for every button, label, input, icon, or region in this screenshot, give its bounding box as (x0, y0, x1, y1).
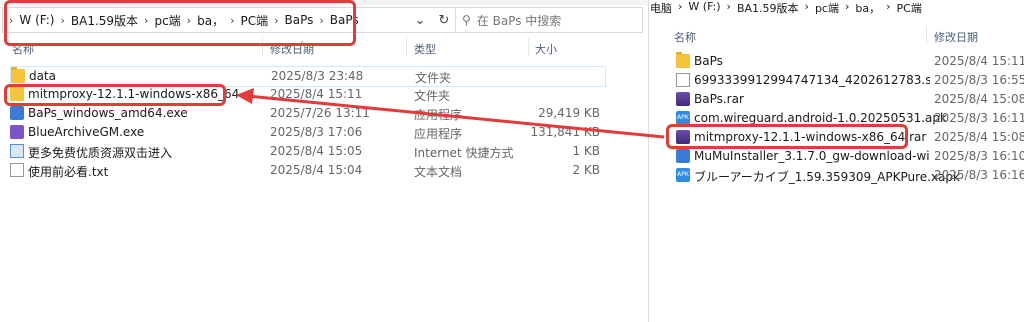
annotation-arrow-icon (236, 88, 665, 139)
